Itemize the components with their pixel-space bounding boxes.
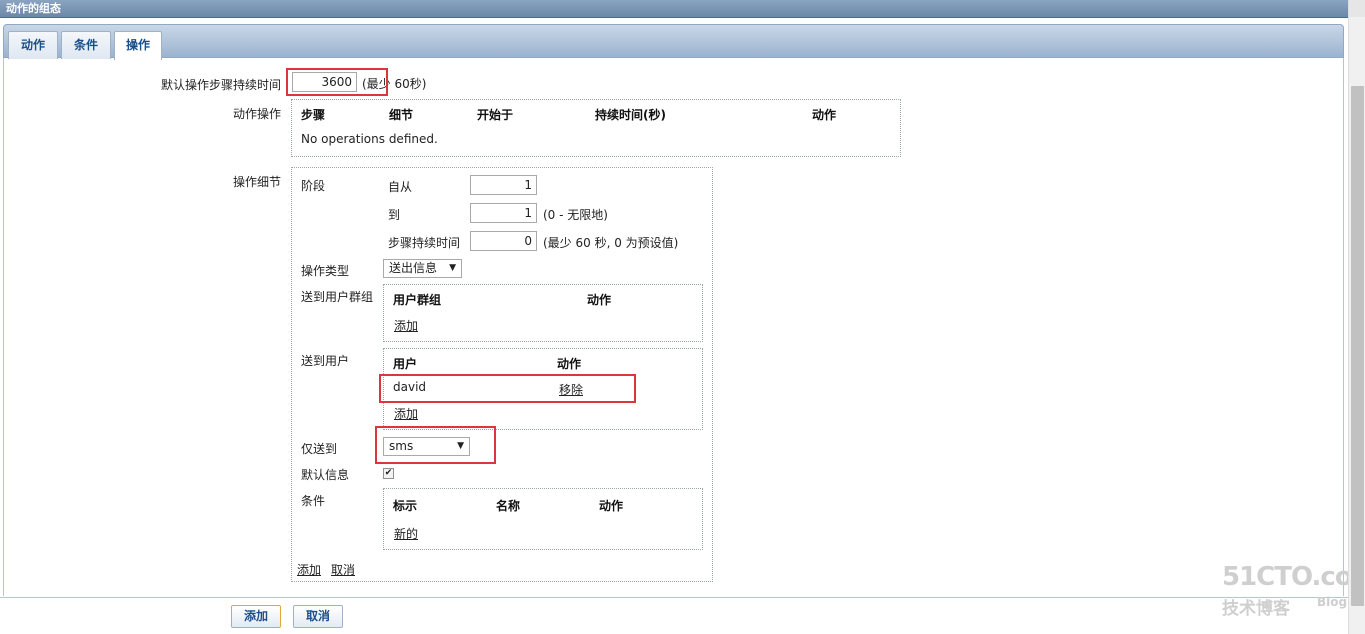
highlight-send-only-to	[375, 426, 496, 464]
footer-divider	[0, 597, 1348, 598]
conditions-label: 条件	[301, 494, 326, 508]
from-label: 自从	[388, 180, 413, 194]
duration-input[interactable]: 0	[470, 231, 537, 251]
checkmark-icon: ✔	[384, 468, 393, 478]
col-duration: 持续时间(秒)	[595, 108, 666, 122]
highlight-step-duration	[286, 68, 388, 96]
highlight-user-row	[379, 374, 636, 403]
col-user-group: 用户群组	[393, 293, 442, 307]
to-input[interactable]: 1	[470, 203, 537, 223]
op-type-label: 操作类型	[301, 264, 350, 278]
step-duration-label: 默认操作步骤持续时间	[160, 78, 281, 92]
col-group-action: 动作	[587, 293, 612, 307]
add-group-link[interactable]: 添加	[394, 317, 418, 334]
watermark-line2: 技术博客	[1222, 599, 1290, 619]
action-operations-table: 步骤 细节 开始于 持续时间(秒) 动作 No operations defin…	[291, 99, 901, 157]
col-details: 细节	[389, 108, 414, 122]
chevron-down-icon: ▼	[449, 263, 456, 273]
watermark-logo: 51CTO.com 技术博客 Blog	[1222, 562, 1365, 622]
no-operations-text: No operations defined.	[301, 132, 438, 146]
from-input[interactable]: 1	[470, 175, 537, 195]
vertical-scrollbar[interactable]	[1348, 0, 1365, 634]
col-condition-action: 动作	[599, 499, 624, 513]
col-user-action: 动作	[557, 357, 582, 371]
tab-action[interactable]: 动作	[8, 31, 58, 59]
window-title-bar: 动作的组态	[0, 0, 1348, 18]
send-groups-label: 送到用户群组	[301, 290, 374, 304]
cancel-button[interactable]: 取消	[293, 605, 343, 628]
op-type-value: 送出信息	[389, 261, 438, 275]
operation-details-label: 操作细节	[232, 175, 281, 189]
watermark-line1: 51CTO.com	[1222, 562, 1365, 592]
col-label: 标示	[393, 499, 418, 513]
send-only-to-label: 仅送到	[301, 442, 338, 456]
duration-label: 步骤持续时间	[388, 236, 461, 250]
scroll-thumb[interactable]	[1351, 86, 1364, 606]
stage-label: 阶段	[301, 179, 326, 193]
duration-hint: (最少 60 秒, 0 为预设值)	[543, 236, 679, 250]
col-name: 名称	[496, 499, 521, 513]
tab-operations[interactable]: 操作	[114, 31, 162, 60]
scroll-up-icon[interactable]	[1349, 0, 1365, 17]
conditions-table: 标示 名称 动作 新的	[383, 488, 703, 550]
default-message-checkbox[interactable]: ✔	[383, 468, 394, 479]
watermark-line3: Blog	[1317, 595, 1348, 609]
add-button[interactable]: 添加	[231, 605, 281, 628]
col-user: 用户	[393, 357, 418, 371]
default-message-label: 默认信息	[301, 468, 350, 482]
window-title: 动作的组态	[6, 2, 61, 15]
add-user-link[interactable]: 添加	[394, 405, 418, 422]
col-step: 步骤	[301, 108, 326, 122]
to-label: 到	[388, 208, 401, 222]
to-hint: (0 - 无限地)	[543, 208, 608, 222]
op-type-select[interactable]: 送出信息 ▼	[383, 259, 462, 278]
send-groups-table: 用户群组 动作 添加	[383, 284, 703, 342]
cancel-operation-link[interactable]: 取消	[331, 561, 355, 578]
action-operations-label: 动作操作	[232, 107, 281, 121]
tab-bar: 动作 条件 操作	[3, 24, 1344, 60]
send-users-label: 送到用户	[301, 354, 350, 368]
col-action: 动作	[812, 108, 837, 122]
col-start: 开始于	[477, 108, 514, 122]
add-operation-link[interactable]: 添加	[297, 561, 321, 578]
tab-conditions[interactable]: 条件	[61, 31, 111, 59]
new-condition-link[interactable]: 新的	[394, 525, 418, 542]
